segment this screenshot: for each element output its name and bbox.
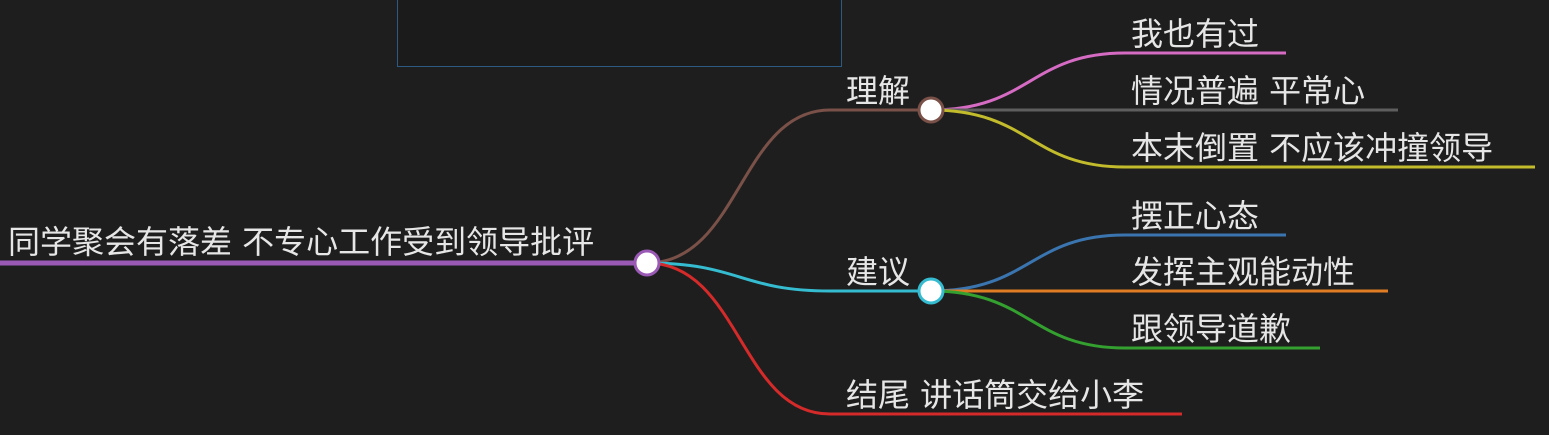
branch-connector-understanding [646, 108, 931, 265]
leaf-label[interactable]: 我也有过 [1131, 15, 1259, 53]
branch-node-understanding[interactable] [917, 96, 945, 124]
mindmap-canvas: 同学聚会有落差 不专心工作受到领导批评 理解 我也有过 情况普遍 平常心 本末倒… [0, 0, 1549, 435]
leaf-label[interactable]: 摆正心态 [1131, 197, 1259, 235]
root-node[interactable] [633, 249, 661, 277]
branch-label-understanding[interactable]: 理解 [846, 72, 910, 110]
branch-label-ending[interactable]: 结尾 讲话筒交给小李 [846, 376, 1144, 414]
leaf-label[interactable]: 发挥主观能动性 [1131, 253, 1355, 291]
root-topic-label[interactable]: 同学聚会有落差 不专心工作受到领导批评 [8, 223, 594, 261]
branch-node-suggestion[interactable] [917, 277, 945, 305]
mindmap-svg: 同学聚会有落差 不专心工作受到领导批评 理解 我也有过 情况普遍 平常心 本末倒… [0, 15, 1535, 416]
leaf-label[interactable]: 情况普遍 平常心 [1131, 72, 1365, 110]
leaf-label[interactable]: 本末倒置 不应该冲撞领导 [1131, 129, 1493, 167]
branch-label-suggestion[interactable]: 建议 [846, 253, 910, 291]
leaf-label[interactable]: 跟领导道歉 [1131, 310, 1291, 348]
